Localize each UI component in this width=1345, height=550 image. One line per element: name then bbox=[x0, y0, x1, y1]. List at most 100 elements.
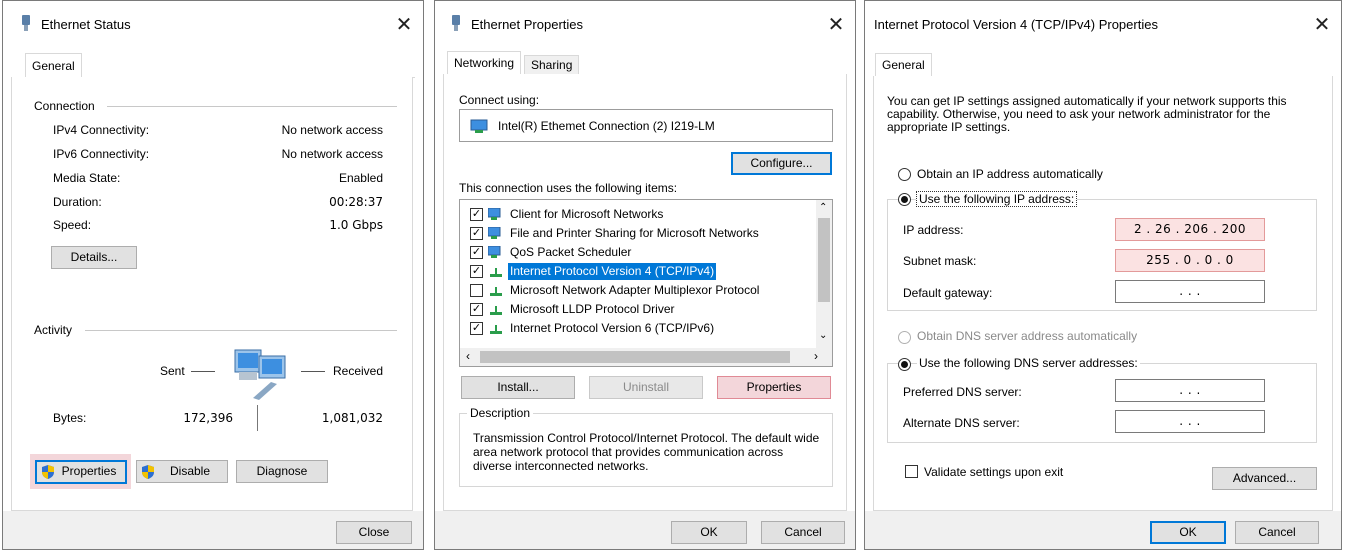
checkbox[interactable]: ✓ bbox=[470, 227, 483, 240]
close-icon[interactable]: ✕ bbox=[1307, 11, 1337, 39]
use-following-dns-label[interactable]: Use the following DNS server addresses: bbox=[917, 356, 1140, 370]
use-following-ip-radio[interactable] bbox=[898, 193, 911, 206]
alternate-dns-field[interactable]: . . . bbox=[1115, 410, 1265, 433]
close-button[interactable]: Close bbox=[336, 521, 412, 544]
connection-heading: Connection bbox=[34, 99, 95, 113]
validate-label[interactable]: Validate settings upon exit bbox=[924, 465, 1063, 479]
scroll-thumb[interactable] bbox=[480, 351, 790, 363]
validate-checkbox[interactable] bbox=[905, 465, 918, 478]
tab-sharing[interactable]: Sharing bbox=[524, 55, 580, 74]
tab-label: General bbox=[882, 58, 925, 72]
advanced-button[interactable]: Advanced... bbox=[1212, 467, 1317, 490]
ipv4-connectivity-label: IPv4 Connectivity: bbox=[53, 123, 150, 137]
ipv6-connectivity-label: IPv6 Connectivity: bbox=[53, 147, 150, 161]
ok-button-label: OK bbox=[700, 525, 718, 539]
dialog-title: Internet Protocol Version 4 (TCP/IPv4) P… bbox=[874, 17, 1158, 32]
bytes-received-value: 1,081,032 bbox=[321, 411, 383, 425]
ipv4-connectivity-value: No network access bbox=[281, 123, 383, 137]
network-adapter-icon bbox=[452, 15, 460, 31]
title-bar: Internet Protocol Version 4 (TCP/IPv4) P… bbox=[865, 1, 1341, 47]
list-item[interactable]: ✓ Microsoft LLDP Protocol Driver bbox=[460, 300, 820, 319]
list-item[interactable]: ✓ QoS Packet Scheduler bbox=[460, 243, 820, 262]
list-item[interactable]: ✓ Internet Protocol Version 6 (TCP/IPv6) bbox=[460, 319, 820, 338]
speed-value: 1.0 Gbps bbox=[329, 218, 383, 232]
subnet-mask-field[interactable]: 255 . 0 . 0 . 0 bbox=[1115, 249, 1265, 272]
configure-button[interactable]: Configure... bbox=[731, 152, 832, 175]
install-button[interactable]: Install... bbox=[461, 376, 575, 399]
preferred-dns-field[interactable]: . . . bbox=[1115, 379, 1265, 402]
duration-value: 00:28:37 bbox=[329, 195, 383, 209]
use-following-ip-label[interactable]: Use the following IP address: bbox=[916, 191, 1078, 207]
adapter-icon bbox=[470, 119, 488, 133]
default-gateway-field[interactable]: . . . bbox=[1115, 280, 1265, 303]
close-button-label: Close bbox=[358, 525, 390, 539]
tab-general[interactable]: General bbox=[875, 53, 932, 77]
checkbox[interactable]: ✓ bbox=[470, 303, 483, 316]
tab-networking[interactable]: Networking bbox=[447, 51, 522, 75]
tab-label: Networking bbox=[454, 56, 515, 70]
cancel-button[interactable]: Cancel bbox=[761, 521, 845, 544]
received-label: Received bbox=[333, 364, 384, 378]
protocol-icon bbox=[490, 287, 502, 296]
checkbox[interactable] bbox=[470, 284, 483, 297]
install-button-label: Install... bbox=[497, 380, 539, 394]
list-item[interactable]: ✓ File and Printer Sharing for Microsoft… bbox=[460, 224, 820, 243]
list-item[interactable]: Microsoft Network Adapter Multiplexor Pr… bbox=[460, 281, 820, 300]
obtain-ip-auto-radio[interactable] bbox=[898, 168, 911, 181]
scroll-thumb[interactable] bbox=[818, 218, 830, 302]
use-following-dns-radio[interactable] bbox=[898, 358, 911, 371]
configure-button-label: Configure... bbox=[750, 156, 813, 170]
obtain-ip-auto-label[interactable]: Obtain an IP address automatically bbox=[917, 167, 1103, 181]
close-icon[interactable]: ✕ bbox=[389, 11, 419, 39]
properties-button[interactable]: Properties bbox=[717, 376, 831, 399]
list-item[interactable]: ✓ Internet Protocol Version 4 (TCP/IPv4) bbox=[460, 262, 820, 281]
items-list[interactable]: ✓ Client for Microsoft Networks ✓ File a… bbox=[459, 199, 833, 367]
title-bar: Ethernet Status ✕ bbox=[3, 1, 423, 47]
general-panel bbox=[11, 77, 413, 511]
ethernet-properties-dialog: Ethernet Properties ✕ Networking Sharing… bbox=[434, 0, 856, 550]
ethernet-status-dialog: Ethernet Status ✕ General Connection IPv… bbox=[2, 0, 424, 550]
sharing-icon bbox=[488, 227, 501, 239]
ipv6-connectivity-value: No network access bbox=[281, 147, 383, 161]
scroll-down-icon[interactable]: ⌄ bbox=[819, 330, 827, 341]
title-bar: Ethernet Properties ✕ bbox=[435, 1, 855, 47]
list-item-label: Client for Microsoft Networks bbox=[510, 207, 664, 221]
ok-button[interactable]: OK bbox=[1150, 521, 1226, 544]
adapter-name: Intel(R) Ethemet Connection (2) I219-LM bbox=[498, 119, 715, 133]
scroll-up-icon[interactable]: ⌃ bbox=[819, 202, 827, 213]
description-text: Transmission Control Protocol/Internet P… bbox=[473, 431, 820, 473]
ok-button[interactable]: OK bbox=[671, 521, 747, 544]
details-button-label: Details... bbox=[70, 250, 118, 264]
horizontal-scrollbar[interactable]: ‹ › bbox=[460, 348, 832, 366]
dialog-title: Ethernet Properties bbox=[471, 17, 584, 32]
disable-button[interactable]: Disable bbox=[136, 460, 228, 483]
checkbox[interactable]: ✓ bbox=[470, 322, 483, 335]
scroll-left-icon[interactable]: ‹ bbox=[466, 349, 470, 363]
tab-label: General bbox=[32, 59, 75, 73]
obtain-dns-auto-radio[interactable] bbox=[898, 331, 911, 344]
ipv4-properties-dialog: Internet Protocol Version 4 (TCP/IPv4) P… bbox=[864, 0, 1342, 550]
list-item-label: Internet Protocol Version 6 (TCP/IPv6) bbox=[510, 321, 715, 335]
vertical-scrollbar[interactable]: ⌃ ⌄ bbox=[816, 200, 832, 348]
properties-button[interactable]: Properties bbox=[35, 460, 127, 484]
details-button[interactable]: Details... bbox=[51, 246, 137, 269]
list-item[interactable]: ✓ Client for Microsoft Networks bbox=[460, 205, 820, 224]
checkbox[interactable]: ✓ bbox=[470, 265, 483, 278]
network-adapter-icon bbox=[22, 15, 30, 31]
items-heading: This connection uses the following items… bbox=[459, 181, 678, 195]
uninstall-button[interactable]: Uninstall bbox=[589, 376, 703, 399]
cancel-button[interactable]: Cancel bbox=[1235, 521, 1319, 544]
subnet-mask-label: Subnet mask: bbox=[903, 254, 977, 268]
checkbox[interactable]: ✓ bbox=[470, 246, 483, 259]
uac-shield-icon bbox=[142, 465, 154, 479]
properties-button-label: Properties bbox=[746, 380, 802, 394]
checkbox[interactable]: ✓ bbox=[470, 208, 483, 221]
client-icon bbox=[488, 208, 501, 220]
obtain-dns-auto-label[interactable]: Obtain DNS server address automatically bbox=[917, 329, 1137, 343]
diagnose-button[interactable]: Diagnose bbox=[236, 460, 328, 483]
close-icon[interactable]: ✕ bbox=[821, 11, 851, 39]
scroll-right-icon[interactable]: › bbox=[814, 349, 818, 363]
activity-heading: Activity bbox=[34, 323, 73, 337]
ip-address-field[interactable]: 2 . 26 . 206 . 200 bbox=[1115, 218, 1265, 241]
tab-general[interactable]: General bbox=[25, 53, 82, 78]
